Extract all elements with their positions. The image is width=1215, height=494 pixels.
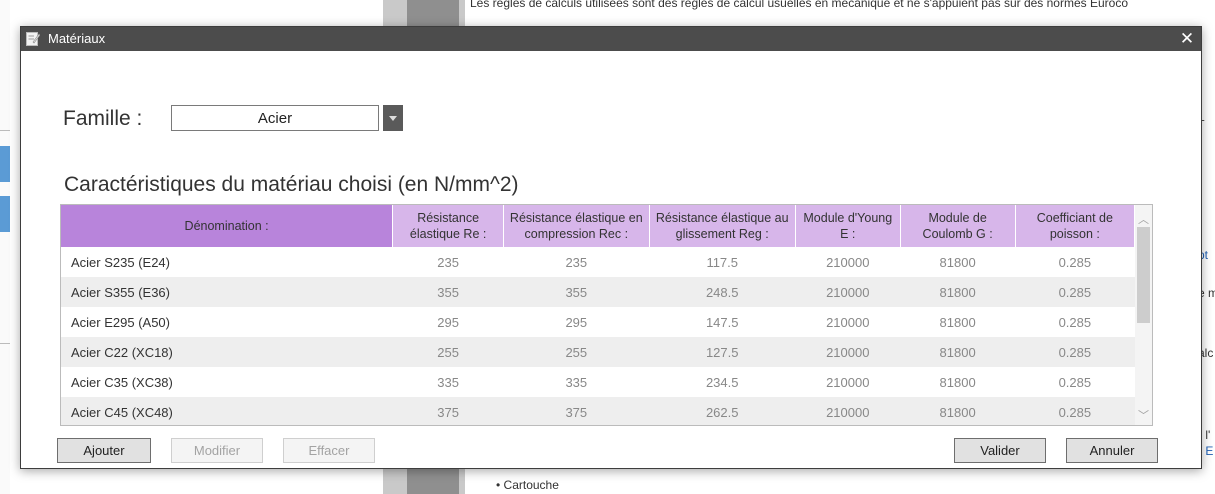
close-button[interactable]: ✕	[1173, 27, 1201, 51]
value-cell: 0.285	[1058, 374, 1092, 390]
materials-table: Dénomination : Résistance élastique Re :…	[60, 204, 1153, 426]
famille-label: Famille :	[63, 107, 143, 130]
value-cell: 248.5	[649, 277, 796, 307]
column-header[interactable]: Module d'Young E :	[795, 205, 901, 247]
value-cell: 235	[565, 254, 588, 270]
table-row[interactable]: Acier S355 (E36) 355 355 248.5 210000 81800 0.…	[61, 277, 1135, 307]
materiaux-dialog: Matériaux ✕ Famille : Acier Caractéristi…	[20, 26, 1202, 469]
value-cell: 210000	[795, 397, 901, 425]
value-cell: 210000	[826, 374, 870, 390]
background-blue-block	[0, 146, 10, 182]
famille-select[interactable]: Acier	[171, 105, 379, 131]
edit-document-icon	[26, 32, 40, 46]
modifier-button[interactable]: Modifier	[171, 438, 263, 463]
column-header[interactable]: Résistance élastique Re :	[392, 205, 505, 247]
column-header[interactable]: Résistance élastique en compression Rec …	[503, 205, 650, 247]
background-bullet: • Cartouche	[496, 478, 559, 492]
value-cell: 375	[392, 397, 504, 425]
material-name-cell: Acier C22 (XC18)	[61, 337, 393, 367]
ajouter-button[interactable]: Ajouter	[57, 438, 151, 463]
material-name-cell: Acier S355 (E36)	[61, 277, 393, 307]
value-cell: 0.285	[1015, 337, 1135, 367]
value-cell: 255	[392, 337, 504, 367]
value-cell: 0.285	[1015, 397, 1135, 425]
scrollbar-thumb[interactable]	[1137, 227, 1150, 323]
material-name-cell: Acier C35 (XC38)	[71, 374, 173, 390]
column-header[interactable]: Résistance élastique au glissement Reg :	[649, 205, 796, 247]
section-title: Caractéristiques du matériau choisi (en …	[64, 173, 519, 196]
value-cell: 127.5	[649, 337, 796, 367]
value-cell: 210000	[826, 254, 870, 270]
value-cell: 81800	[939, 254, 976, 270]
table-row[interactable]: Acier C22 (XC18) 255 255 127.5 210000 81800 0.…	[61, 337, 1135, 367]
material-name-cell: Acier C45 (XC48)	[61, 397, 393, 425]
table-row[interactable]: Acier C45 (XC48) 375 375 262.5 210000 81800 0.…	[61, 397, 1135, 425]
background-blue-block	[0, 196, 10, 232]
value-cell: 81800	[900, 397, 1016, 425]
material-name-cell: Acier S235 (E24)	[71, 254, 170, 270]
value-cell: 355	[503, 277, 649, 307]
value-cell: 147.5	[705, 314, 739, 330]
column-header[interactable]: Module de Coulomb G :	[900, 205, 1016, 247]
value-cell: 355	[392, 277, 504, 307]
dialog-titlebar[interactable]: Matériaux ✕	[21, 27, 1201, 51]
value-cell: 234.5	[705, 374, 739, 390]
value-cell: 0.285	[1015, 277, 1135, 307]
table-row[interactable]: Acier C35 (XC38) 335 335 234.5 210000 81800 0.…	[61, 367, 1135, 397]
value-cell: 210000	[795, 337, 901, 367]
background-divider	[0, 343, 10, 344]
vertical-scrollbar[interactable]: ︿ ﹀	[1135, 205, 1152, 425]
value-cell: 375	[503, 397, 649, 425]
value-cell: 255	[503, 337, 649, 367]
column-header[interactable]: Coefficiant de poisson :	[1015, 205, 1136, 247]
background-divider	[0, 130, 10, 131]
value-cell: 81800	[900, 337, 1016, 367]
value-cell: 0.285	[1058, 254, 1092, 270]
value-cell: 117.5	[706, 254, 739, 270]
table-row[interactable]: Acier E295 (A50) 295 295 147.5 210000 81800 0.…	[61, 307, 1135, 337]
value-cell: 335	[565, 374, 588, 390]
value-cell: 235	[437, 254, 459, 270]
value-cell: 262.5	[649, 397, 796, 425]
table-row[interactable]: Acier S235 (E24) 235 235 117.5 210000 81800 0.…	[61, 247, 1135, 277]
chevron-up-icon[interactable]: ︿	[1138, 211, 1149, 227]
value-cell: 81800	[939, 374, 976, 390]
effacer-button[interactable]: Effacer	[283, 438, 375, 463]
value-cell: 295	[437, 314, 459, 330]
table-header-row: Dénomination : Résistance élastique Re :…	[61, 205, 1136, 247]
annuler-button[interactable]: Annuler	[1066, 438, 1158, 463]
dialog-title: Matériaux	[48, 31, 106, 46]
value-cell: 81800	[939, 314, 976, 330]
valider-button[interactable]: Valider	[954, 438, 1046, 463]
chevron-down-icon[interactable]: ﹀	[1138, 407, 1149, 423]
column-header[interactable]: Dénomination :	[61, 205, 394, 247]
value-cell: 335	[437, 374, 459, 390]
value-cell: 210000	[826, 314, 870, 330]
value-cell: 210000	[795, 277, 901, 307]
chevron-down-icon[interactable]	[383, 105, 403, 131]
value-cell: 295	[565, 314, 588, 330]
background-paragraph: Les règles de calculs utilisées sont des…	[470, 0, 1129, 10]
value-cell: 0.285	[1058, 314, 1092, 330]
background-left-panel	[0, 0, 10, 494]
material-name-cell: Acier E295 (A50)	[71, 314, 170, 330]
value-cell: 81800	[900, 277, 1016, 307]
